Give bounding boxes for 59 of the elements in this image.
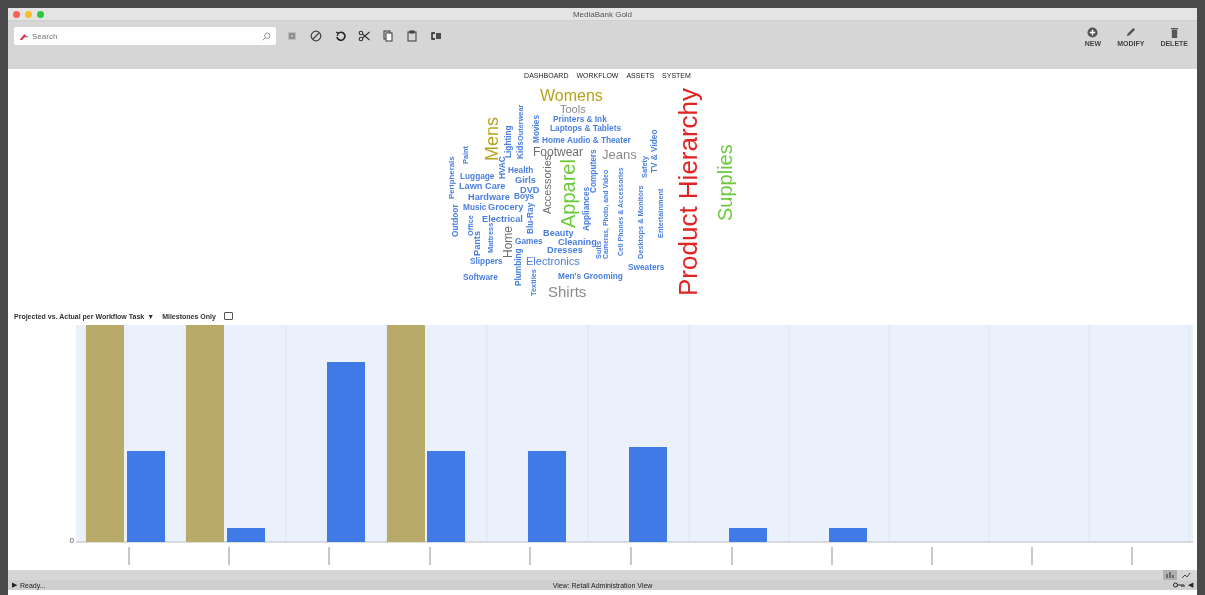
cloud-word: Pants — [473, 230, 483, 256]
window-title: MediaBank Gold — [572, 9, 633, 19]
cloud-word: TV & Video — [651, 129, 660, 173]
cancel-icon[interactable] — [310, 30, 322, 42]
cloud-word: Hardware — [468, 193, 510, 203]
undo-icon[interactable] — [334, 30, 346, 42]
plus-icon — [1087, 27, 1099, 38]
cloud-word: Laptops & Tablets — [550, 125, 622, 134]
clipboard-icon[interactable] — [406, 30, 418, 42]
cloud-word: Movies — [533, 114, 542, 143]
cloud-word: Apparel — [558, 159, 578, 228]
cloud-word: Computers — [590, 149, 599, 193]
frame-icon[interactable] — [286, 30, 298, 42]
cloud-word: Boys — [514, 193, 535, 202]
axis-tick: 0 — [69, 536, 74, 545]
cloud-word: Music — [463, 204, 487, 213]
pin-icon — [19, 32, 28, 40]
pencil-icon — [1125, 27, 1137, 38]
cloud-word: Dresses — [547, 246, 583, 256]
cloud-word: Supplies — [715, 144, 735, 221]
cloud-word: Jeans — [602, 148, 637, 161]
search-field[interactable]: Search — [14, 27, 276, 45]
cloud-word: Plumbing — [515, 248, 524, 286]
copy-icon[interactable] — [382, 30, 394, 42]
search-icon[interactable] — [262, 31, 271, 41]
cloud-word: Slippers — [470, 258, 503, 267]
cloud-word: Home Audio & Theater — [542, 137, 631, 146]
cloud-word: Men's Grooming — [558, 273, 623, 282]
cloud-word: Womens — [540, 88, 603, 104]
cloud-word: Lighting — [505, 125, 514, 158]
cut-icon[interactable] — [358, 30, 370, 42]
key-icon[interactable] — [1173, 582, 1185, 588]
cloud-word: Appliances — [583, 186, 591, 231]
actual-bar — [729, 528, 767, 542]
cloud-word: Girls — [515, 176, 536, 186]
line-chart-icon[interactable] — [1181, 571, 1191, 579]
cloud-word: Software — [463, 274, 498, 283]
actual-bar — [227, 528, 265, 542]
cloud-word: Games — [515, 238, 543, 247]
cloud-word: Outdoor — [452, 204, 461, 237]
cloud-word: Blu-Ray — [527, 202, 536, 234]
cloud-word: Tools — [560, 104, 586, 115]
cloud-word: Electronics — [526, 256, 580, 267]
cloud-word: Beauty — [543, 229, 574, 238]
actual-bar — [829, 528, 867, 542]
cloud-word: Cleaning — [558, 238, 597, 247]
cloud-word: Luggage — [460, 173, 495, 182]
cloud-word: Product Hierarchy — [675, 87, 701, 296]
cloud-word: Sweaters — [628, 264, 665, 273]
cloud-word: Home — [502, 226, 514, 258]
trash-icon — [1169, 27, 1179, 38]
milestones-checkbox[interactable] — [223, 312, 233, 320]
cloud-word: Lawn Care — [459, 182, 506, 192]
cloud-word: Printers & Ink — [553, 116, 607, 124]
cloud-word: Grocery — [488, 203, 524, 213]
cloud-word: DVD — [520, 186, 540, 195]
cloud-word: Health — [508, 167, 534, 176]
cloud-word: Shirts — [548, 284, 587, 299]
cloud-word: Kids — [517, 141, 526, 159]
